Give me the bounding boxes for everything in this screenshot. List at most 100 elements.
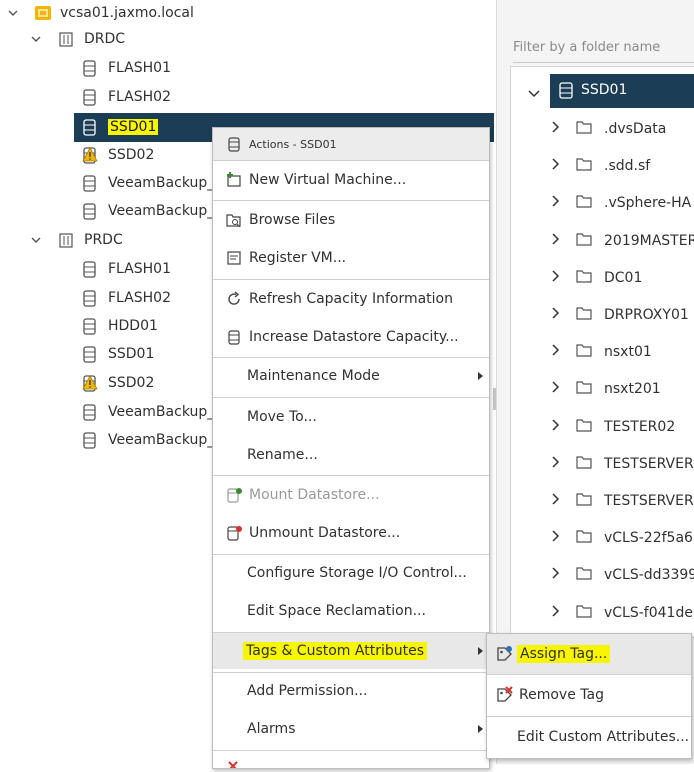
chevron-right-icon[interactable] — [552, 567, 562, 583]
datastore-icon — [82, 289, 98, 307]
menu-item-space-reclamation[interactable]: Edit Space Reclamation... — [213, 593, 489, 629]
menu-item-label: Configure Storage I/O Control... — [247, 565, 467, 581]
datastore-icon — [82, 88, 98, 106]
menu-item-assign-tag[interactable]: Assign Tag... — [487, 634, 691, 674]
tree-item-datastore[interactable]: FLASH01 — [82, 55, 171, 81]
chevron-down-icon[interactable] — [528, 86, 540, 102]
menu-item-move-to[interactable]: Move To... — [213, 399, 489, 435]
menu-item-label: Rename... — [247, 447, 318, 463]
chevron-right-icon[interactable] — [552, 344, 562, 360]
chevron-right-icon[interactable] — [552, 121, 562, 137]
tree-item-datastore[interactable]: VeeamBackup_ — [82, 427, 214, 453]
tree-item-datastore[interactable]: VeeamBackup_ — [82, 170, 214, 196]
menu-item-label: Register VM... — [249, 250, 347, 266]
menu-item-browse-files[interactable]: Browse Files — [213, 202, 489, 238]
chevron-right-icon[interactable] — [552, 605, 562, 621]
folder-row[interactable]: 2019MASTER — [552, 228, 694, 254]
browse-files-icon — [225, 211, 243, 229]
menu-item-maintenance-mode[interactable]: Maintenance Mode — [213, 358, 489, 394]
folder-filter-input[interactable]: Filter by a folder name — [513, 40, 694, 63]
menu-item-remove-tag[interactable]: Remove Tag — [487, 675, 691, 715]
tree-item-datastore[interactable]: VeeamBackup_ — [82, 198, 214, 224]
chevron-down-icon[interactable] — [30, 234, 42, 246]
datastore-icon — [82, 345, 98, 363]
register-vm-icon — [225, 249, 243, 267]
folder-row[interactable]: .sdd.sf — [552, 153, 650, 179]
datacenter-label: PRDC — [84, 232, 123, 248]
folder-label: vCLS-dd3399 — [604, 567, 694, 584]
folder-label: .dvsData — [604, 121, 667, 137]
datastore-icon — [82, 118, 98, 136]
datastore-label: VeeamBackup_ — [108, 203, 215, 219]
folder-row[interactable]: vCLS-dd3399 — [552, 562, 694, 588]
folder-row[interactable]: nsxt01 — [552, 339, 652, 365]
menu-item-label: Mount Datastore... — [249, 487, 380, 503]
folder-row[interactable]: DC01 — [552, 265, 642, 291]
tree-item-vcenter[interactable]: vcsa01.jaxmo.local — [34, 0, 194, 26]
datacenter-icon — [58, 31, 74, 47]
folder-row[interactable]: vCLS-f041de — [552, 600, 693, 626]
menu-item-mount-datastore: Mount Datastore... — [213, 477, 489, 513]
chevron-right-icon[interactable] — [552, 233, 562, 249]
chevron-down-icon[interactable] — [30, 33, 42, 45]
folder-row[interactable]: DRPROXY01 — [552, 302, 689, 328]
datacenter-label: DRDC — [84, 31, 126, 47]
menu-item-increase-capacity[interactable]: Increase Datastore Capacity... — [213, 319, 489, 355]
menu-item-tags-custom-attributes[interactable]: Tags & Custom Attributes — [213, 633, 489, 669]
chevron-right-icon[interactable] — [552, 270, 562, 286]
folder-label: TESTSERVER — [604, 493, 694, 509]
folder-label: nsxt201 — [604, 381, 661, 398]
chevron-right-icon[interactable] — [552, 195, 562, 211]
folder-root-selected[interactable]: SSD01 — [550, 74, 694, 108]
folder-row[interactable]: TESTSERVER — [552, 488, 694, 514]
menu-item-add-permission[interactable]: Add Permission... — [213, 673, 489, 709]
tree-item-datastore[interactable]: FLASH02 — [82, 84, 171, 110]
chevron-right-icon[interactable] — [552, 307, 562, 323]
folder-row[interactable]: nsxt201 — [552, 376, 661, 402]
tree-item-datastore[interactable]: VeeamBackup_ — [82, 399, 214, 425]
tree-item-datastore[interactable]: SSD01 — [82, 341, 154, 367]
menu-item-label: Edit Custom Attributes... — [517, 729, 690, 745]
menu-item-refresh-capacity[interactable]: Refresh Capacity Information — [213, 281, 489, 317]
tree-item-datastore[interactable]: FLASH02 — [82, 285, 171, 311]
menu-item-register-vm[interactable]: Register VM... — [213, 240, 489, 276]
remove-tag-icon — [495, 686, 513, 704]
folder-row[interactable]: TESTER02 — [552, 414, 675, 440]
chevron-right-icon[interactable] — [552, 381, 562, 397]
tree-item-datacenter[interactable]: DRDC — [58, 26, 125, 52]
folder-icon — [576, 194, 592, 212]
menu-item-rename[interactable]: Rename... — [213, 437, 489, 473]
menu-item-storage-io-control[interactable]: Configure Storage I/O Control... — [213, 555, 489, 591]
menu-item-edit-custom-attributes[interactable]: Edit Custom Attributes... — [487, 717, 691, 757]
refresh-icon — [225, 290, 243, 308]
folder-row[interactable]: TESTSERVER — [552, 451, 694, 477]
folder-icon — [576, 492, 592, 510]
folder-row[interactable]: vCLS-22f5a6 — [552, 525, 693, 551]
context-menu-header: Actions - SSD01 — [213, 128, 489, 160]
tree-item-datastore-selected[interactable]: SSD01 — [82, 114, 159, 140]
folder-label: DRPROXY01 — [604, 307, 689, 323]
folder-row[interactable]: .dvsData — [552, 116, 666, 142]
vcenter-icon — [34, 5, 52, 21]
chevron-right-icon[interactable] — [552, 530, 562, 546]
vcenter-label: vcsa01.jaxmo.local — [60, 5, 194, 21]
menu-item-label: Alarms — [247, 721, 296, 737]
tree-item-datastore-warning[interactable]: SSD02 — [82, 370, 154, 396]
chevron-right-icon[interactable] — [552, 419, 562, 435]
chevron-right-icon[interactable] — [552, 158, 562, 174]
filter-placeholder: Filter by a folder name — [513, 40, 661, 55]
chevron-down-icon[interactable] — [7, 7, 19, 19]
chevron-right-icon[interactable] — [552, 493, 562, 509]
tree-item-datastore[interactable]: FLASH01 — [82, 256, 171, 282]
chevron-right-icon[interactable] — [552, 456, 562, 472]
tree-item-datastore[interactable]: HDD01 — [82, 313, 158, 339]
menu-item-new-vm[interactable]: New Virtual Machine... — [213, 162, 489, 198]
datastore-icon — [82, 431, 98, 449]
delete-icon[interactable] — [227, 756, 241, 772]
tree-item-datastore-warning[interactable]: SSD02 — [82, 142, 154, 168]
tree-item-datacenter[interactable]: PRDC — [58, 227, 123, 253]
menu-item-alarms[interactable]: Alarms — [213, 711, 489, 747]
menu-item-unmount-datastore[interactable]: Unmount Datastore... — [213, 515, 489, 551]
menu-item-label: Maintenance Mode — [247, 368, 380, 384]
folder-row[interactable]: .vSphere-HA — [552, 190, 691, 216]
